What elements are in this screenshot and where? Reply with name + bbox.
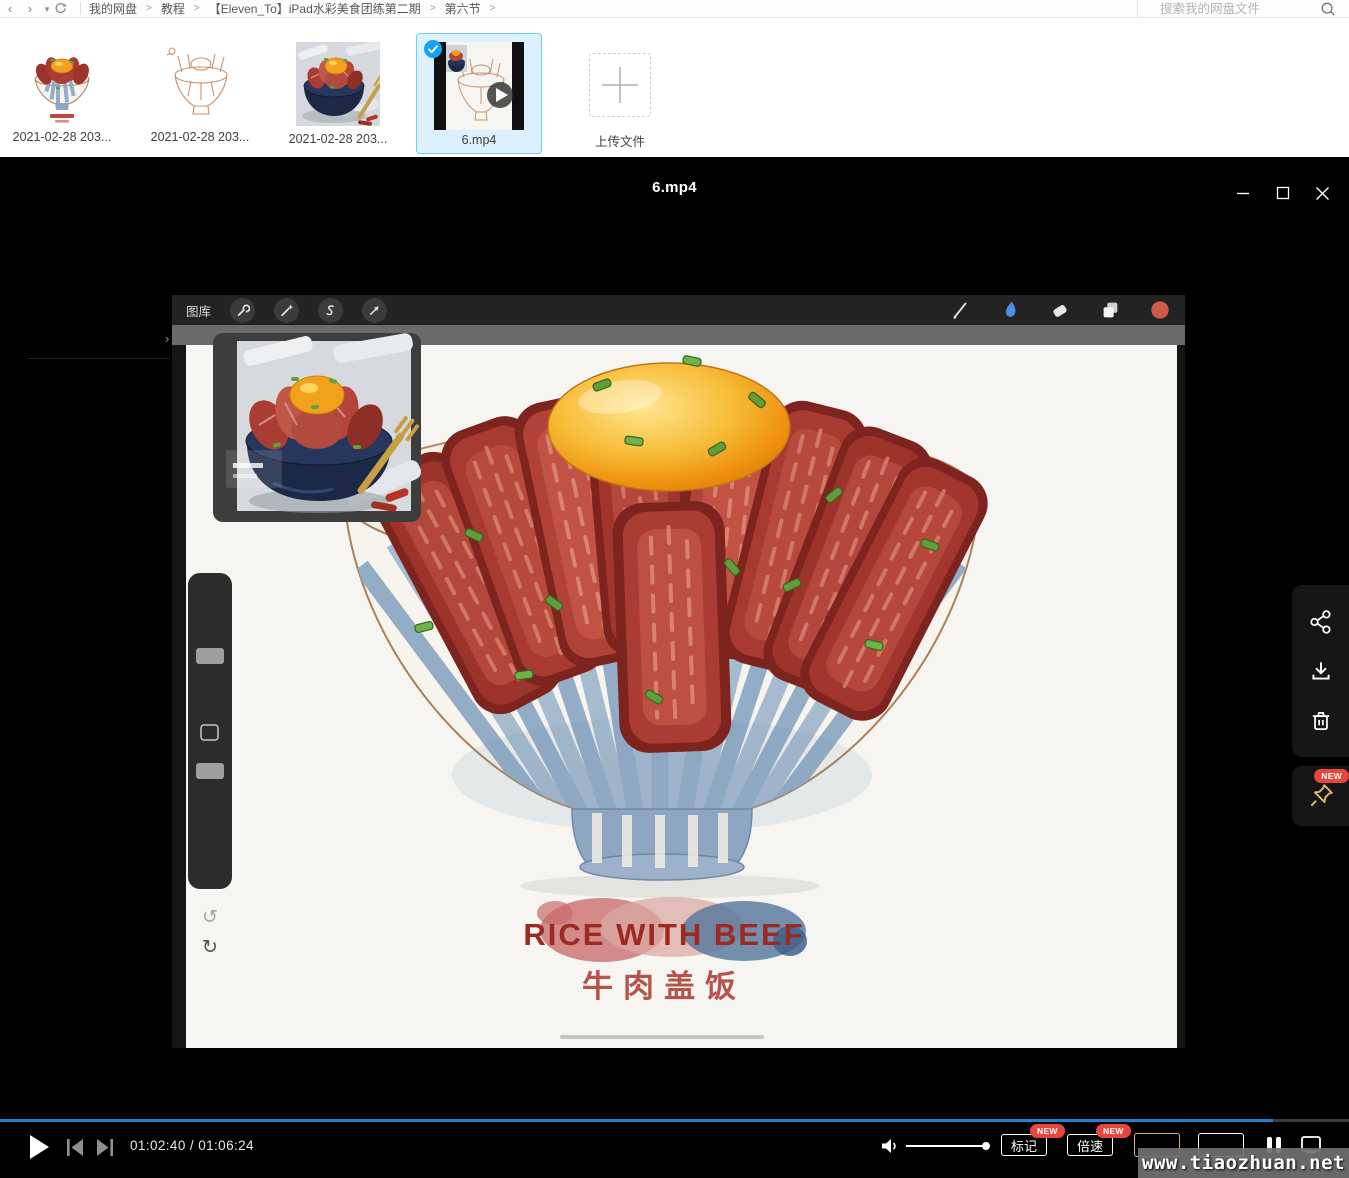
mini-reference-thumb xyxy=(446,45,467,72)
download-icon[interactable] xyxy=(1308,658,1334,684)
photo-watermark-box xyxy=(227,451,281,487)
divider xyxy=(80,2,81,15)
search-box xyxy=(1137,1,1349,17)
undo-icon: ↺ xyxy=(202,906,218,928)
upload-button[interactable]: 上传文件 xyxy=(560,18,680,150)
sketch-thumbnail xyxy=(158,42,242,124)
breadcrumb-separator: > xyxy=(146,3,152,14)
maximize-button[interactable] xyxy=(1272,182,1294,204)
file-card-photo[interactable]: 2021-02-28 203... xyxy=(278,18,398,146)
breadcrumb-item-folder[interactable]: 教程 xyxy=(161,0,185,17)
site-watermark: www.tiaozhuan.net xyxy=(1138,1148,1349,1178)
previous-button[interactable] xyxy=(66,1139,86,1156)
file-card-sketch[interactable]: 2021-02-28 203... xyxy=(140,18,260,144)
wrench-icon xyxy=(230,298,255,323)
breadcrumb-item-section[interactable]: 第六节 xyxy=(445,0,481,17)
procreate-toolbar: 图库 xyxy=(172,295,1185,325)
volume-fill xyxy=(906,1145,986,1147)
file-label: 2021-02-28 203... xyxy=(289,132,388,146)
player-title: 6.mp4 xyxy=(0,179,1349,196)
adjustments-wand-icon xyxy=(274,298,299,323)
check-icon xyxy=(424,40,442,58)
back-icon[interactable]: ‹ xyxy=(0,1,20,17)
search-input[interactable] xyxy=(1160,2,1320,16)
volume-slider[interactable] xyxy=(906,1145,986,1147)
file-label: 2021-02-28 203... xyxy=(13,130,112,144)
top-bar: ‹ › ▾ 我的网盘 > 教程 > 【Eleven_To】iPad水彩美食团练第… xyxy=(0,0,1349,18)
brush-size-slider xyxy=(196,648,224,664)
file-card-painting[interactable]: 2021-02-28 203... xyxy=(2,18,122,144)
dropdown-icon[interactable]: ▾ xyxy=(40,1,54,17)
procreate-sidebar[interactable]: ↺ ↻ xyxy=(188,573,232,958)
search-icon[interactable] xyxy=(1320,1,1336,17)
file-action-panel xyxy=(1292,585,1349,757)
selection-icon xyxy=(318,298,343,323)
pin-panel[interactable]: NEW xyxy=(1292,766,1349,826)
brush-icon xyxy=(949,299,971,321)
breadcrumb-item-root[interactable]: 我的网盘 xyxy=(89,0,137,17)
artwork-title-zh: 牛肉盖饭 xyxy=(582,969,746,1004)
breadcrumb-separator: > xyxy=(490,3,496,14)
breadcrumb: 我的网盘 > 教程 > 【Eleven_To】iPad水彩美食团练第二期 > 第… xyxy=(89,0,495,17)
reference-photo-overlay[interactable] xyxy=(213,333,421,522)
video-thumbnail xyxy=(434,42,524,130)
home-indicator xyxy=(560,1035,764,1039)
smudge-icon[interactable] xyxy=(999,299,1021,321)
transform-arrow-icon xyxy=(362,298,387,323)
file-label: 6.mp4 xyxy=(462,133,497,147)
time-display: 01:02:40 / 01:06:24 xyxy=(130,1138,254,1153)
share-icon[interactable] xyxy=(1308,609,1334,635)
file-card-video-selected[interactable]: 6.mp4 xyxy=(416,33,542,154)
screen: ‹ › ▾ 我的网盘 > 教程 > 【Eleven_To】iPad水彩美食团练第… xyxy=(0,0,1349,1178)
next-button[interactable] xyxy=(94,1139,114,1156)
artwork-title-banner: RICE WITH BEEF xyxy=(523,897,807,962)
play-overlay-icon xyxy=(487,82,513,108)
minimize-button[interactable] xyxy=(1232,182,1254,204)
procreate-gallery-button: 图库 xyxy=(186,301,211,320)
delete-icon[interactable] xyxy=(1308,708,1334,734)
egg-yolk xyxy=(548,363,790,491)
refresh-icon[interactable] xyxy=(54,2,74,15)
plus-icon xyxy=(589,53,651,117)
video-player-modal: 6.mp4 图库 xyxy=(0,157,1349,1178)
file-label: 2021-02-28 203... xyxy=(151,130,250,144)
file-list: 2021-02-28 203... 2021-02-2 xyxy=(0,18,1349,157)
artwork-title-en: RICE WITH BEEF xyxy=(523,917,804,952)
divider xyxy=(27,358,170,359)
breadcrumb-separator: > xyxy=(430,3,436,14)
painting-thumbnail xyxy=(20,42,104,124)
volume-knob[interactable] xyxy=(982,1142,990,1150)
layers-icon xyxy=(1099,299,1121,321)
play-button[interactable] xyxy=(28,1134,50,1160)
nav-buttons: ‹ › ▾ xyxy=(0,0,74,18)
close-button[interactable] xyxy=(1311,182,1333,204)
upload-label: 上传文件 xyxy=(595,131,645,150)
new-badge: NEW xyxy=(1030,1124,1065,1138)
breadcrumb-item-course[interactable]: 【Eleven_To】iPad水彩美食团练第二期 xyxy=(209,0,421,17)
chevron-right-icon: › xyxy=(165,331,169,346)
redo-icon: ↻ xyxy=(202,936,218,958)
new-badge: NEW xyxy=(1314,769,1349,783)
forward-icon[interactable]: › xyxy=(20,1,40,17)
eraser-icon xyxy=(1049,299,1071,321)
pin-icon xyxy=(1307,782,1335,810)
volume-icon[interactable] xyxy=(880,1137,900,1155)
photo-thumbnail xyxy=(296,42,380,126)
opacity-slider xyxy=(196,763,224,779)
breadcrumb-separator: > xyxy=(194,3,200,14)
color-swatch[interactable] xyxy=(1149,299,1171,321)
new-badge: NEW xyxy=(1096,1124,1131,1138)
